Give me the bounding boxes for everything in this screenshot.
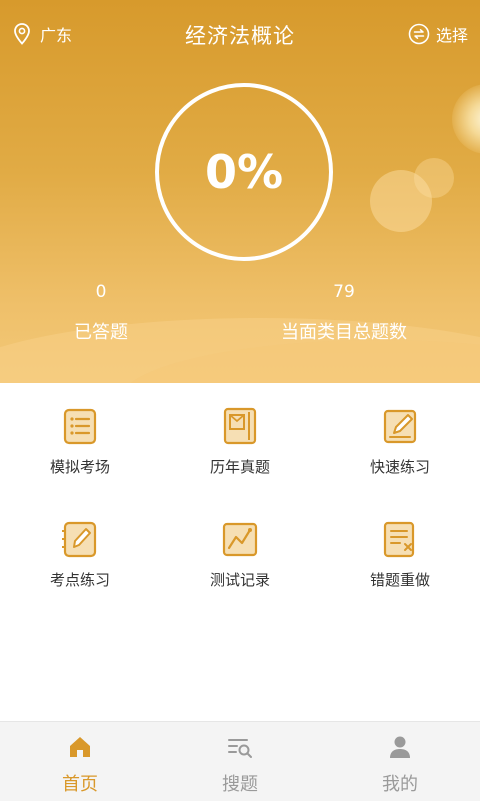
bottom-tab-bar: 首页 搜题 我的 bbox=[0, 721, 480, 801]
redo-wrong-label: 错题重做 bbox=[369, 571, 430, 589]
progress-circle: 0% bbox=[155, 83, 333, 261]
past-papers-label: 历年真题 bbox=[209, 458, 270, 476]
select-label: 选择 bbox=[435, 26, 468, 45]
total-stat: 79 当面类目总题数 bbox=[264, 282, 424, 344]
past-papers-button[interactable]: 历年真题 bbox=[160, 406, 320, 477]
answered-stat: 0 已答题 bbox=[51, 282, 151, 344]
home-icon bbox=[70, 737, 90, 757]
hero-banner: 广东 经济法概论 选择 0% 0 已答题 79 当面类目总题数 bbox=[0, 0, 480, 383]
progress-percent: 0% bbox=[204, 145, 284, 199]
tab-profile-label: 我的 bbox=[382, 774, 418, 795]
switch-icon bbox=[408, 23, 430, 45]
tab-search[interactable]: 搜题 bbox=[160, 722, 320, 801]
topic-practice-label: 考点练习 bbox=[49, 571, 110, 589]
edit-doc-icon bbox=[383, 409, 417, 444]
tab-search-label: 搜题 bbox=[222, 774, 258, 795]
answered-count: 0 bbox=[95, 282, 107, 302]
total-count: 79 bbox=[333, 282, 355, 302]
test-records-label: 测试记录 bbox=[209, 571, 270, 589]
tab-home-label: 首页 bbox=[62, 774, 98, 795]
mock-exam-label: 模拟考场 bbox=[49, 458, 110, 476]
total-label: 当面类目总题数 bbox=[281, 322, 407, 343]
decor-bokeh bbox=[414, 158, 454, 198]
redo-wrong-button[interactable]: 错题重做 bbox=[320, 519, 480, 590]
select-button[interactable]: 选择 bbox=[408, 22, 468, 46]
quick-practice-button[interactable]: 快速练习 bbox=[320, 406, 480, 477]
tab-profile[interactable]: 我的 bbox=[320, 722, 480, 801]
quick-practice-label: 快速练习 bbox=[369, 458, 430, 476]
answered-label: 已答题 bbox=[74, 322, 128, 343]
test-records-button[interactable]: 测试记录 bbox=[160, 519, 320, 590]
topic-practice-button[interactable]: 考点练习 bbox=[0, 519, 160, 590]
search-list-icon bbox=[228, 739, 252, 758]
list-doc-icon bbox=[63, 408, 97, 445]
wrong-doc-icon bbox=[383, 521, 415, 558]
decor-sun bbox=[452, 84, 480, 154]
tab-home[interactable]: 首页 bbox=[0, 722, 160, 801]
mock-exam-button[interactable]: 模拟考场 bbox=[0, 406, 160, 477]
pen-notebook-icon bbox=[62, 521, 97, 558]
user-icon bbox=[390, 736, 410, 758]
top-bar: 广东 经济法概论 选择 bbox=[0, 0, 480, 70]
book-icon bbox=[223, 407, 257, 445]
chart-line-icon bbox=[222, 522, 258, 557]
